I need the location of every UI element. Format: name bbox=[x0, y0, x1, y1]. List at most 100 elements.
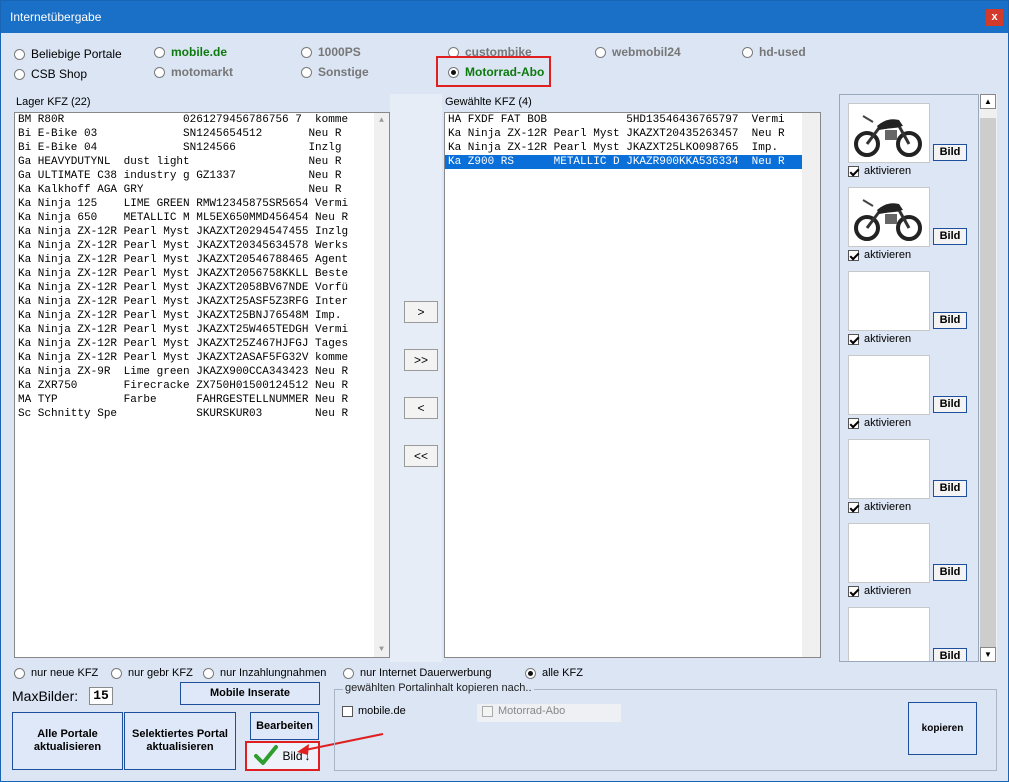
scroll-up-icon[interactable]: ▲ bbox=[980, 94, 996, 109]
stock-list-row[interactable]: Ga ULTIMATE C38 industry g GZ1337 Neu R bbox=[15, 169, 389, 183]
checkbox-icon[interactable] bbox=[848, 417, 859, 429]
image-activate-label: aktivieren bbox=[864, 417, 912, 429]
radio-icon[interactable] bbox=[111, 667, 122, 679]
portal-radio-csb-shop[interactable]: CSB Shop bbox=[14, 66, 87, 82]
stock-list-row[interactable]: Ka Ninja ZX-12R Pearl Myst JKAZXT25Z467H… bbox=[15, 337, 389, 351]
portal-radio-sonstige[interactable]: Sonstige bbox=[301, 64, 369, 80]
max-images-input[interactable]: 15 bbox=[89, 687, 113, 705]
radio-icon[interactable] bbox=[742, 46, 753, 58]
radio-icon[interactable] bbox=[14, 68, 25, 80]
stock-list-row[interactable]: Ka Ninja ZX-12R Pearl Myst JKAZXT25W465T… bbox=[15, 323, 389, 337]
radio-icon[interactable] bbox=[154, 66, 165, 78]
radio-icon[interactable] bbox=[525, 667, 536, 679]
stock-list-row[interactable]: Ka Ninja ZX-12R Pearl Myst JKAZXT25BNJ76… bbox=[15, 309, 389, 323]
checkbox-icon[interactable] bbox=[848, 333, 859, 345]
close-button[interactable]: x bbox=[986, 9, 1003, 26]
radio-icon[interactable] bbox=[301, 46, 312, 58]
stock-list-row[interactable]: Ka Ninja ZX-12R Pearl Myst JKAZXT2054678… bbox=[15, 253, 389, 267]
copy-target-checkbox[interactable]: mobile.de bbox=[342, 705, 406, 717]
copy-target-label: Motorrad-Abo bbox=[498, 705, 566, 717]
mobile-inserate-button[interactable]: Mobile Inserate bbox=[180, 682, 320, 705]
stock-list-row[interactable]: Ga HEAVYDUTYNL dust light Neu R bbox=[15, 155, 389, 169]
stock-list-scrollbar[interactable]: ▲ ▼ bbox=[374, 113, 389, 657]
checkbox-icon[interactable] bbox=[848, 165, 859, 177]
filter-radio-used[interactable]: nur gebr KFZ bbox=[111, 665, 193, 681]
radio-icon[interactable] bbox=[301, 66, 312, 78]
image-select-button[interactable]: Bild bbox=[933, 144, 967, 161]
image-activate-checkbox[interactable]: aktivieren bbox=[848, 501, 911, 513]
copy-target-label: mobile.de bbox=[358, 705, 406, 717]
stock-list-row[interactable]: Ka Ninja ZX-12R Pearl Myst JKAZXT2ASAF5F… bbox=[15, 351, 389, 365]
remove-all-vehicles-button[interactable]: << bbox=[404, 445, 438, 467]
radio-icon[interactable] bbox=[154, 46, 165, 58]
stock-list-row[interactable]: Ka Ninja ZX-9R Lime green JKAZX900CCA343… bbox=[15, 365, 389, 379]
stock-list-row[interactable]: Ka Ninja ZX-12R Pearl Myst JKAZXT2034563… bbox=[15, 239, 389, 253]
stock-list-row[interactable]: Ka Ninja 125 LIME GREEN RMW12345875SR565… bbox=[15, 197, 389, 211]
selected-vehicle-list[interactable]: HA FXDF FAT BOB 5HD13546436765797 Vermi K… bbox=[444, 112, 821, 658]
selected-list-row[interactable]: HA FXDF FAT BOB 5HD13546436765797 Vermi bbox=[445, 113, 820, 127]
stock-list-row[interactable]: MA TYP Farbe FAHRGESTELLNUMMER Neu R bbox=[15, 393, 389, 407]
scroll-thumb[interactable] bbox=[980, 118, 996, 648]
image-activate-checkbox[interactable]: aktivieren bbox=[848, 165, 911, 177]
add-all-vehicles-button[interactable]: >> bbox=[404, 349, 438, 371]
update-selected-portal-button[interactable]: Selektiertes Portal aktualisieren bbox=[124, 712, 236, 770]
annotation-highlight-box bbox=[436, 56, 551, 87]
image-select-button[interactable]: Bild bbox=[933, 480, 967, 497]
checkbox-icon[interactable] bbox=[848, 501, 859, 513]
image-select-button[interactable]: Bild bbox=[933, 648, 967, 661]
checkbox-icon[interactable] bbox=[342, 705, 353, 717]
radio-icon[interactable] bbox=[595, 46, 606, 58]
image-activate-checkbox[interactable]: aktivieren bbox=[848, 417, 911, 429]
scroll-up-icon[interactable]: ▲ bbox=[374, 113, 389, 128]
portal-label: webmobil24 bbox=[612, 45, 681, 59]
filter-radio-internet-permanent[interactable]: nur Internet Dauerwerbung bbox=[343, 665, 491, 681]
image-panel-scrollbar[interactable]: ▲ ▼ bbox=[979, 94, 997, 662]
portal-radio-1000ps[interactable]: 1000PS bbox=[301, 44, 361, 60]
portal-radio-webmobil24[interactable]: webmobil24 bbox=[595, 44, 681, 60]
image-select-button[interactable]: Bild bbox=[933, 228, 967, 245]
stock-list-row[interactable]: Sc Schnitty Spe SKURSKUR03 Neu R bbox=[15, 407, 389, 421]
update-all-portals-button[interactable]: Alle Portale aktualisieren bbox=[12, 712, 123, 770]
stock-list-row[interactable]: Ka Ninja ZX-12R Pearl Myst JKAZXT2029454… bbox=[15, 225, 389, 239]
radio-icon[interactable] bbox=[14, 48, 25, 60]
filter-radio-trade-in[interactable]: nur Inzahlungnahmen bbox=[203, 665, 326, 681]
checkbox-icon[interactable] bbox=[848, 585, 859, 597]
selected-list-scrollbar[interactable] bbox=[802, 113, 820, 657]
radio-icon[interactable] bbox=[203, 667, 214, 679]
image-select-button[interactable]: Bild bbox=[933, 564, 967, 581]
stock-list-row[interactable]: Ka Ninja ZX-12R Pearl Myst JKAZXT2056758… bbox=[15, 267, 389, 281]
filter-radio-new[interactable]: nur neue KFZ bbox=[14, 665, 98, 681]
checkbox-icon[interactable] bbox=[848, 249, 859, 261]
selected-list-row[interactable]: Ka Z900 RS METALLIC D JKAZR900KKA536334 … bbox=[445, 155, 820, 169]
image-select-button[interactable]: Bild bbox=[933, 396, 967, 413]
portal-radio-beliebige-portale[interactable]: Beliebige Portale bbox=[14, 46, 122, 62]
image-activate-checkbox[interactable]: aktivieren bbox=[848, 585, 911, 597]
stock-list-row[interactable]: BM R80R 0261279456786756 7 komme bbox=[15, 113, 389, 127]
selected-list-row[interactable]: Ka Ninja ZX-12R Pearl Myst JKAZXT2043526… bbox=[445, 127, 820, 141]
stock-list-row[interactable]: Ka Kalkhoff AGA GRY Neu R bbox=[15, 183, 389, 197]
copy-button[interactable]: kopieren bbox=[908, 702, 977, 755]
stock-list-row[interactable]: Bi E-Bike 03 SN1245654512 Neu R bbox=[15, 127, 389, 141]
selected-list-row[interactable]: Ka Ninja ZX-12R Pearl Myst JKAZXT25LKO09… bbox=[445, 141, 820, 155]
stock-list-row[interactable]: Ka Ninja 650 METALLIC M ML5EX650MMD45645… bbox=[15, 211, 389, 225]
image-select-button[interactable]: Bild bbox=[933, 312, 967, 329]
stock-list-row[interactable]: Bi E-Bike 04 SN124566 Inzlg bbox=[15, 141, 389, 155]
add-vehicle-button[interactable]: > bbox=[404, 301, 438, 323]
radio-icon[interactable] bbox=[14, 667, 25, 679]
stock-list-row[interactable]: Ka ZXR750 Firecracke ZX750H01500124512 N… bbox=[15, 379, 389, 393]
vehicle-image-slot bbox=[848, 187, 930, 247]
portal-radio-hd-used[interactable]: hd-used bbox=[742, 44, 806, 60]
portal-radio-mobile-de[interactable]: mobile.de bbox=[154, 44, 227, 60]
radio-icon[interactable] bbox=[343, 667, 354, 679]
image-activate-checkbox[interactable]: aktivieren bbox=[848, 249, 911, 261]
filter-radio-all[interactable]: alle KFZ bbox=[525, 665, 583, 681]
scroll-down-icon[interactable]: ▼ bbox=[374, 642, 389, 657]
remove-vehicle-button[interactable]: < bbox=[404, 397, 438, 419]
copy-target-checkbox: Motorrad-Abo bbox=[482, 705, 565, 717]
stock-list-row[interactable]: Ka Ninja ZX-12R Pearl Myst JKAZXT25ASF5Z… bbox=[15, 295, 389, 309]
stock-list-row[interactable]: Ka Ninja ZX-12R Pearl Myst JKAZXT2058BV6… bbox=[15, 281, 389, 295]
portal-radio-motomarkt[interactable]: motomarkt bbox=[154, 64, 233, 80]
scroll-down-icon[interactable]: ▼ bbox=[980, 647, 996, 662]
stock-vehicle-list[interactable]: BM R80R 0261279456786756 7 komme Bi E-Bik… bbox=[14, 112, 390, 658]
image-activate-checkbox[interactable]: aktivieren bbox=[848, 333, 911, 345]
